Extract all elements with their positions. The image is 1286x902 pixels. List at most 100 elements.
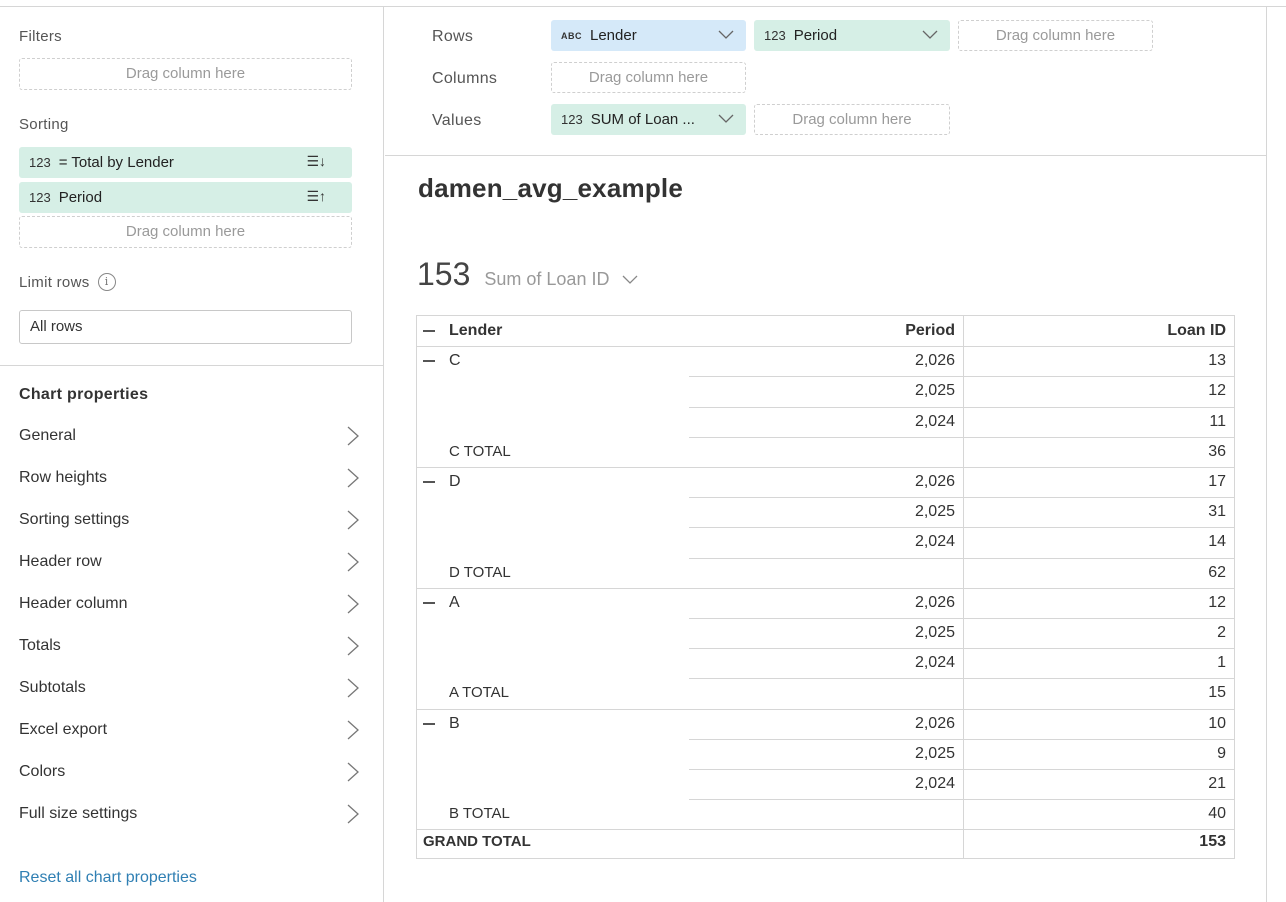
chart-property-label: Full size settings [19, 805, 138, 822]
lender-cell: A [449, 594, 460, 611]
sort-descending-icon[interactable]: ☰↓ [306, 153, 326, 170]
chevron-down-icon[interactable] [922, 28, 938, 40]
chart-properties-title: Chart properties [19, 386, 149, 403]
table-row: C 2,026 13 [417, 346, 1234, 376]
subtotal-label: B TOTAL [449, 805, 510, 822]
rows-drop-zone[interactable]: Drag column here [958, 20, 1153, 51]
period-cell: 2,026 [914, 352, 955, 369]
period-cell: 2,024 [914, 654, 955, 671]
period-cell: 2,025 [914, 382, 955, 399]
chart-property-colors[interactable]: Colors [19, 758, 359, 786]
limit-rows-label: Limit rows [19, 273, 90, 291]
lender-cell: C [449, 352, 461, 369]
limit-rows-select[interactable]: All rows [19, 310, 352, 344]
chart-property-label: Row heights [19, 469, 108, 486]
sort-chip-period[interactable]: 123 Period ☰↑ [19, 182, 352, 213]
info-icon[interactable]: i [97, 273, 116, 291]
loan-id-cell: 2 [1217, 624, 1226, 641]
subtotal-label: D TOTAL [449, 564, 511, 581]
loan-id-cell: 11 [1209, 413, 1226, 430]
values-label: Values [432, 112, 482, 129]
kpi-summary[interactable]: 153 Sum of Loan ID [417, 256, 639, 293]
rows-chip-label: Lender [590, 27, 637, 44]
columns-label: Columns [432, 70, 498, 87]
chevron-down-icon[interactable] [718, 28, 734, 40]
loan-id-cell: 17 [1208, 473, 1226, 490]
table-row: 2,024 11 [417, 407, 1234, 437]
subtotal-row: B TOTAL 40 [417, 799, 1234, 829]
grand-total-label: GRAND TOTAL [423, 833, 531, 850]
subtotal-row: C TOTAL 36 [417, 437, 1234, 467]
chart-property-general[interactable]: General [19, 422, 359, 450]
table-row: D 2,026 17 [417, 467, 1234, 497]
table-header-row: Lender Period Loan ID [417, 316, 1234, 346]
chevron-right-icon [347, 762, 359, 782]
chart-property-label: Header row [19, 553, 102, 570]
collapse-icon[interactable] [423, 588, 437, 618]
chart-property-full-size-settings[interactable]: Full size settings [19, 800, 359, 828]
table-row: A 2,026 12 [417, 588, 1234, 618]
rows-chip-lender[interactable]: ABC Lender [551, 20, 746, 51]
collapse-icon[interactable] [423, 467, 437, 497]
table-row: 2,024 1 [417, 648, 1234, 678]
chart-property-header-row[interactable]: Header row [19, 548, 359, 576]
header-period: Period [905, 322, 955, 339]
right-divider [1266, 6, 1267, 902]
table-row: 2,025 31 [417, 497, 1234, 527]
subtotal-value: 36 [1208, 443, 1226, 460]
subtotal-row: D TOTAL 62 [417, 558, 1234, 588]
chart-property-label: Colors [19, 763, 66, 780]
lender-cell: D [449, 473, 461, 490]
reset-chart-properties-link[interactable]: Reset all chart properties [19, 869, 197, 887]
subtotal-label: C TOTAL [449, 443, 511, 460]
sort-chip-total-by-lender[interactable]: 123 = Total by Lender ☰↓ [19, 147, 352, 178]
grand-total-value: 153 [1199, 833, 1226, 850]
rows-chip-period[interactable]: 123 Period [754, 20, 950, 51]
chevron-right-icon [347, 552, 359, 572]
period-cell: 2,025 [914, 745, 955, 762]
table-row: 2,025 12 [417, 376, 1234, 406]
table-row: B 2,026 10 [417, 709, 1234, 739]
chevron-right-icon [347, 636, 359, 656]
loan-id-cell: 1 [1217, 654, 1226, 671]
loan-id-cell: 14 [1208, 533, 1226, 550]
lender-cell: B [449, 715, 460, 732]
table-row: 2,025 9 [417, 739, 1234, 769]
loan-id-cell: 31 [1208, 503, 1226, 520]
table-row: 2,024 14 [417, 527, 1234, 557]
values-drop-zone[interactable]: Drag column here [754, 104, 950, 135]
chevron-right-icon [347, 804, 359, 824]
chevron-right-icon [347, 426, 359, 446]
values-chip-label: SUM of Loan ... [590, 111, 695, 128]
chart-property-header-column[interactable]: Header column [19, 590, 359, 618]
sorting-drop-zone[interactable]: Drag column here [19, 216, 352, 248]
chevron-down-icon[interactable] [718, 112, 734, 124]
number-type-icon: 123 [764, 28, 786, 43]
period-cell: 2,025 [914, 503, 955, 520]
chart-property-excel-export[interactable]: Excel export [19, 716, 359, 744]
filters-label: Filters [19, 28, 62, 45]
chart-property-label: Subtotals [19, 679, 86, 696]
chevron-right-icon [347, 678, 359, 698]
pivot-table: Lender Period Loan ID C 2,026 13 2,025 12 2,024 1… [416, 315, 1235, 859]
sort-ascending-icon[interactable]: ☰↑ [306, 188, 326, 205]
collapse-all-icon[interactable] [423, 316, 437, 346]
chart-property-label: Sorting settings [19, 511, 130, 528]
period-cell: 2,026 [914, 715, 955, 732]
chevron-down-icon[interactable] [621, 273, 639, 285]
limit-rows-header: Limit rows i [19, 273, 116, 291]
collapse-icon[interactable] [423, 346, 437, 376]
filters-drop-zone[interactable]: Drag column here [19, 58, 352, 90]
columns-drop-zone[interactable]: Drag column here [551, 62, 746, 93]
loan-id-cell: 9 [1217, 745, 1226, 762]
collapse-icon[interactable] [423, 709, 437, 739]
chart-property-row-heights[interactable]: Row heights [19, 464, 359, 492]
chart-property-sorting-settings[interactable]: Sorting settings [19, 506, 359, 534]
grand-total-row: GRAND TOTAL 153 [417, 827, 1234, 857]
chart-property-subtotals[interactable]: Subtotals [19, 674, 359, 702]
chart-property-totals[interactable]: Totals [19, 632, 359, 660]
chart-property-label: Totals [19, 637, 61, 654]
chevron-right-icon [347, 468, 359, 488]
rows-label: Rows [432, 28, 474, 45]
values-chip-sum-loan[interactable]: 123 SUM of Loan ... [551, 104, 746, 135]
